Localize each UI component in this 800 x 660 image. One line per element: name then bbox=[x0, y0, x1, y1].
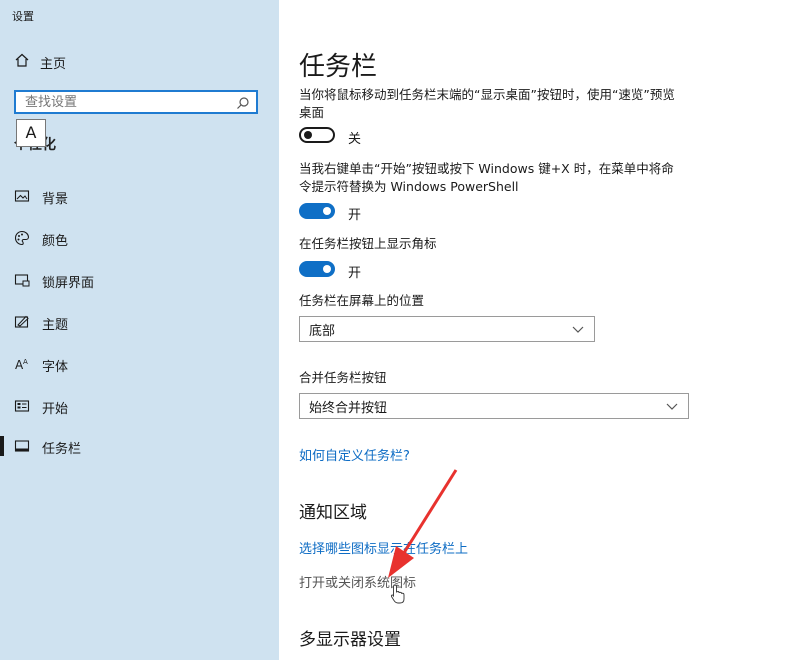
toggle-knob bbox=[323, 207, 331, 215]
sidebar-item-label: 开始 bbox=[42, 402, 69, 417]
peek-toggle[interactable] bbox=[299, 127, 335, 143]
ime-indicator: A bbox=[16, 119, 46, 147]
sidebar-item-label: 任务栏 bbox=[42, 442, 82, 457]
combine-dropdown[interactable]: 始终合并按钮 bbox=[299, 393, 689, 419]
sidebar-item-themes[interactable]: 主题 bbox=[0, 310, 279, 334]
page-title: 任务栏 bbox=[299, 52, 378, 82]
position-label: 任务栏在屏幕上的位置 bbox=[299, 293, 425, 308]
palette-icon bbox=[14, 230, 30, 246]
notification-area-heading: 通知区域 bbox=[299, 503, 367, 523]
position-dropdown[interactable]: 底部 bbox=[299, 316, 595, 342]
peek-toggle-state: 关 bbox=[348, 132, 362, 147]
powershell-toggle[interactable] bbox=[299, 203, 335, 219]
badges-setting-description: 在任务栏按钮上显示角标 bbox=[299, 236, 437, 251]
settings-content: 任务栏 当你将鼠标移动到任务栏末端的“显示桌面”按钮时，使用“速览”预览桌面 关… bbox=[279, 0, 800, 660]
sidebar-item-colors[interactable]: 颜色 bbox=[0, 226, 279, 250]
home-icon bbox=[14, 52, 30, 72]
search-box[interactable] bbox=[14, 90, 258, 114]
taskbar-icon bbox=[14, 438, 30, 454]
powershell-setting-description: 当我右键单击“开始”按钮或按下 Windows 键+X 时，在菜单中将命令提示符… bbox=[299, 161, 674, 194]
chevron-down-icon bbox=[572, 323, 584, 339]
search-input[interactable] bbox=[16, 93, 232, 111]
badges-toggle[interactable] bbox=[299, 261, 335, 277]
lock-screen-icon bbox=[14, 272, 30, 288]
hand-cursor-icon bbox=[390, 584, 406, 608]
sidebar-item-background[interactable]: 背景 bbox=[0, 184, 279, 208]
toggle-knob bbox=[323, 265, 331, 273]
window-title: 设置 bbox=[12, 10, 34, 23]
toggle-knob bbox=[304, 131, 312, 139]
sidebar-home[interactable]: 主页 bbox=[14, 52, 66, 72]
sidebar: 设置 主页 个性化 A 背景 颜色 锁屏界面 主题 bbox=[0, 0, 279, 660]
sidebar-item-start[interactable]: 开始 bbox=[0, 394, 279, 418]
combine-value: 始终合并按钮 bbox=[309, 400, 388, 416]
select-icons-link[interactable]: 选择哪些图标显示在任务栏上 bbox=[299, 538, 468, 557]
home-label: 主页 bbox=[40, 56, 67, 72]
sidebar-item-fonts[interactable]: AA 字体 bbox=[0, 352, 279, 376]
powershell-toggle-state: 开 bbox=[348, 208, 362, 223]
sidebar-item-taskbar[interactable]: 任务栏 bbox=[0, 434, 279, 458]
customize-taskbar-link[interactable]: 如何自定义任务栏? bbox=[299, 445, 410, 464]
sidebar-item-label: 背景 bbox=[42, 192, 69, 207]
sidebar-item-lock-screen[interactable]: 锁屏界面 bbox=[0, 268, 279, 292]
combine-label: 合并任务栏按钮 bbox=[299, 370, 387, 385]
font-icon: AA bbox=[14, 356, 30, 372]
sidebar-item-label: 锁屏界面 bbox=[42, 276, 95, 291]
search-icon[interactable] bbox=[236, 95, 250, 114]
svg-text:A: A bbox=[23, 358, 28, 366]
multi-display-heading: 多显示器设置 bbox=[299, 630, 401, 650]
sidebar-item-label: 主题 bbox=[42, 318, 69, 333]
picture-icon bbox=[14, 188, 30, 204]
position-value: 底部 bbox=[309, 323, 336, 339]
badges-toggle-state: 开 bbox=[348, 266, 362, 281]
sidebar-item-label: 字体 bbox=[42, 360, 69, 375]
sidebar-item-label: 颜色 bbox=[42, 234, 69, 249]
theme-icon bbox=[14, 314, 30, 330]
chevron-down-icon bbox=[666, 400, 678, 416]
start-icon bbox=[14, 398, 30, 414]
peek-setting-description: 当你将鼠标移动到任务栏末端的“显示桌面”按钮时，使用“速览”预览桌面 bbox=[299, 87, 675, 120]
